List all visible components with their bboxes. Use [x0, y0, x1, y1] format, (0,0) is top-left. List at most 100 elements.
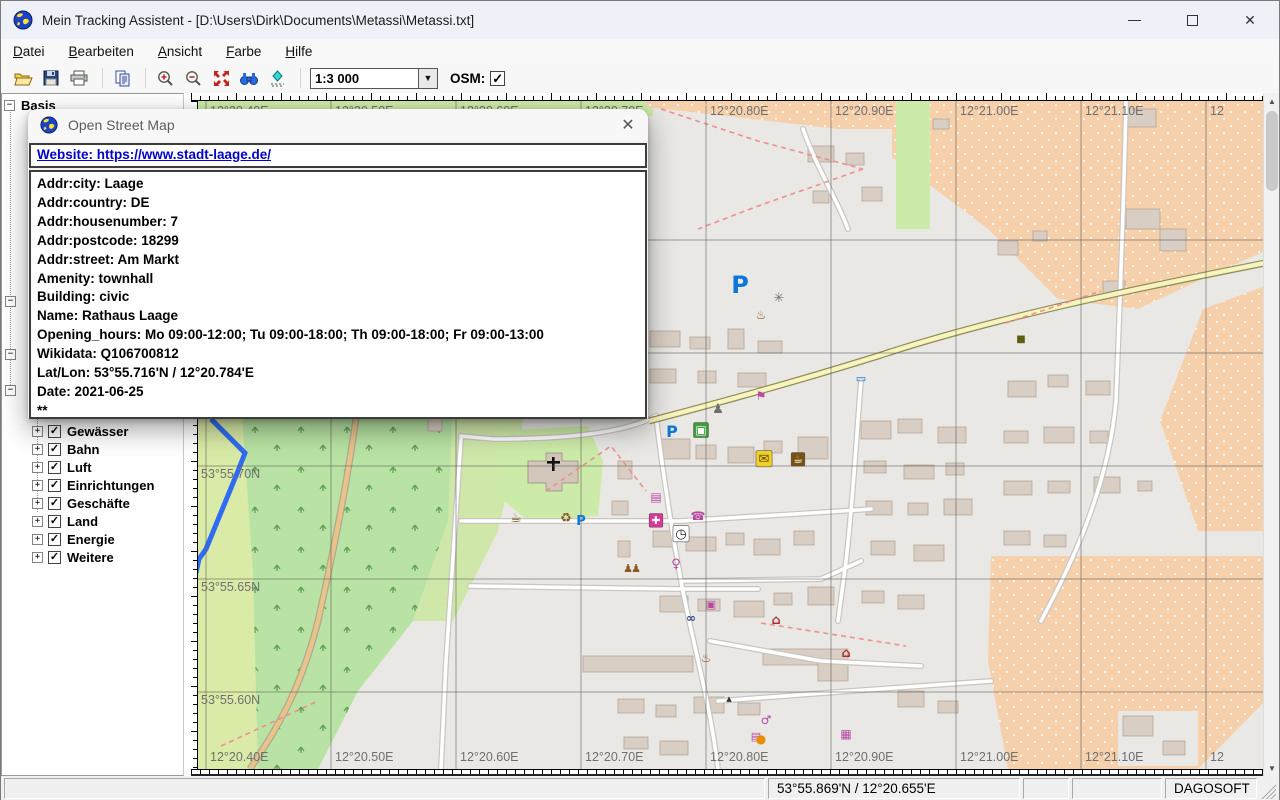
tree-item-energie[interactable]: +✓Energie	[2, 530, 184, 548]
townhall-marker-icon[interactable]: ▣	[694, 423, 709, 438]
biergarten-icon[interactable]: ☕	[510, 511, 522, 526]
expand-box-icon[interactable]: +	[32, 516, 43, 527]
tree-item-gewässer[interactable]: + ✓ Gewässer	[2, 422, 184, 440]
tree-item-land[interactable]: +✓Land	[2, 512, 184, 530]
layer-label: Gewässer	[67, 424, 128, 439]
osm-attribute-line: Name: Rathaus Laage	[37, 307, 639, 326]
copy-icon[interactable]	[110, 67, 134, 89]
svg-text:♻: ♻	[560, 511, 572, 526]
expand-box-icon[interactable]: +	[32, 426, 43, 437]
dialog-close-icon[interactable]: ✕	[608, 109, 648, 141]
layer-checkbox[interactable]: ✓	[48, 551, 61, 564]
maximize-button[interactable]	[1163, 1, 1221, 39]
zoom-in-icon[interactable]	[153, 67, 177, 89]
svg-text:12°20.80E: 12°20.80E	[710, 104, 769, 118]
peak-icon[interactable]: ▴	[726, 692, 732, 705]
memorial-icon[interactable]: ♟	[712, 402, 724, 417]
poi-flag-icon[interactable]: ⚑	[756, 389, 767, 403]
recycling-icon[interactable]: ♻	[560, 511, 572, 526]
close-button[interactable]: ✕	[1221, 1, 1279, 39]
scale-select[interactable]: 1:3 000 ▼	[310, 68, 438, 89]
building-poi-icon[interactable]: ⌂	[841, 646, 850, 661]
vertical-scrollbar[interactable]: ▲ ▼	[1263, 93, 1279, 776]
status-empty-panel	[4, 778, 765, 799]
building-poi-icon[interactable]: ⌂	[771, 613, 780, 628]
svg-text:⌂: ⌂	[841, 646, 850, 661]
layer-checkbox[interactable]: ✓	[48, 443, 61, 456]
layer-checkbox[interactable]: ✓	[48, 425, 61, 438]
hide-icon[interactable]: ■	[1016, 334, 1025, 345]
expand-box-icon[interactable]: +	[32, 462, 43, 473]
poi-icon[interactable]: ▦	[840, 727, 851, 741]
svg-text:53°55.60N: 53°55.60N	[201, 693, 260, 707]
binoculars-icon[interactable]	[237, 67, 261, 89]
svg-text:12: 12	[1210, 750, 1224, 764]
layer-label: Geschäfte	[67, 496, 130, 511]
post-box-icon[interactable]: ✉	[756, 451, 772, 467]
menu-item-farbe[interactable]: Farbe	[226, 44, 261, 59]
fountain-icon[interactable]: ♨	[701, 651, 712, 665]
poi-icon[interactable]: ♂	[761, 713, 772, 727]
phone-icon[interactable]: ☎	[691, 509, 706, 523]
expand-box-icon[interactable]: +	[32, 444, 43, 455]
menu-item-bearbeiten[interactable]: Bearbeiten	[69, 44, 134, 59]
clock-icon[interactable]: ◷	[673, 526, 689, 542]
svg-text:♂: ♂	[761, 713, 772, 727]
parking-icon[interactable]: P	[666, 422, 678, 441]
layer-checkbox[interactable]: ✓	[48, 497, 61, 510]
svg-text:♟: ♟	[631, 562, 641, 575]
layer-checkbox[interactable]: ✓	[48, 515, 61, 528]
menu-item-ansicht[interactable]: Ansicht	[158, 44, 202, 59]
pharmacy-icon[interactable]: ✚	[649, 514, 663, 528]
expand-box-icon[interactable]: +	[32, 552, 43, 563]
parking-icon[interactable]: P	[731, 271, 749, 299]
fill-color-icon[interactable]	[265, 67, 289, 89]
open-folder-icon[interactable]	[11, 67, 35, 89]
layer-checkbox[interactable]: ✓	[48, 533, 61, 546]
restaurant-icon[interactable]: ♨	[756, 308, 767, 322]
osm-checkbox[interactable]: ✓	[490, 71, 505, 86]
zoom-fit-icon[interactable]	[209, 67, 233, 89]
playground-icon[interactable]: ♟	[631, 562, 641, 575]
expand-box-icon[interactable]: +	[32, 534, 43, 545]
tree-item-geschäfte[interactable]: + ✓ Geschäfte	[2, 494, 184, 512]
save-icon[interactable]	[39, 67, 63, 89]
bus-stop-icon[interactable]: ▭	[856, 372, 866, 385]
expand-box-icon[interactable]: +	[32, 480, 43, 491]
tree-item-bahn[interactable]: +✓Bahn	[2, 440, 184, 458]
collapse-box-icon[interactable]: −	[4, 100, 15, 111]
shop-icon[interactable]: ▤	[650, 490, 661, 504]
scrollbar-thumb[interactable]	[1266, 111, 1278, 191]
layer-checkbox[interactable]: ✓	[48, 461, 61, 474]
expand-box-icon[interactable]: +	[32, 498, 43, 509]
waypoint-dot-icon[interactable]: ●	[756, 732, 766, 746]
tree-node-collapsed[interactable]: −	[5, 385, 16, 396]
electronics-icon[interactable]: ▣	[706, 598, 716, 611]
layer-checkbox[interactable]: ✓	[48, 479, 61, 492]
scroll-down-icon[interactable]: ▼	[1264, 760, 1280, 776]
zoom-out-icon[interactable]	[181, 67, 205, 89]
tree-node-collapsed[interactable]: −	[5, 296, 16, 307]
resize-grip[interactable]	[1260, 778, 1276, 799]
menu-item-datei[interactable]: Datei	[13, 44, 45, 59]
junction-icon[interactable]: ✳	[774, 291, 785, 306]
scroll-up-icon[interactable]: ▲	[1264, 93, 1280, 109]
website-link[interactable]: Website: https://www.stadt-laage.de/	[37, 147, 271, 162]
parking-icon[interactable]: P	[576, 514, 586, 529]
tree-node-collapsed[interactable]: −	[5, 349, 16, 360]
print-icon[interactable]	[67, 67, 91, 89]
svg-text:12°20.40E: 12°20.40E	[210, 750, 269, 764]
shop-female-icon[interactable]: ♀	[671, 557, 681, 572]
tree-item-einrichtungen[interactable]: +✓Einrichtungen	[2, 476, 184, 494]
cafe-icon[interactable]: ☕	[791, 453, 805, 467]
tree-item-weitere[interactable]: +✓Weitere	[2, 548, 184, 566]
window-title: Mein Tracking Assistent - [D:\Users\Dirk…	[42, 13, 474, 28]
osm-attribute-line: Addr:postcode: 18299	[37, 232, 639, 251]
tree-item-luft[interactable]: +✓Luft	[2, 458, 184, 476]
osm-info-dialog: Open Street Map ✕ Website: https://www.s…	[28, 109, 648, 419]
chevron-down-icon[interactable]: ▼	[418, 69, 437, 88]
svg-text:12°20.90E: 12°20.90E	[835, 104, 894, 118]
optician-icon[interactable]: ∞	[686, 611, 696, 625]
minimize-button[interactable]	[1105, 1, 1163, 39]
menu-item-hilfe[interactable]: Hilfe	[285, 44, 312, 59]
